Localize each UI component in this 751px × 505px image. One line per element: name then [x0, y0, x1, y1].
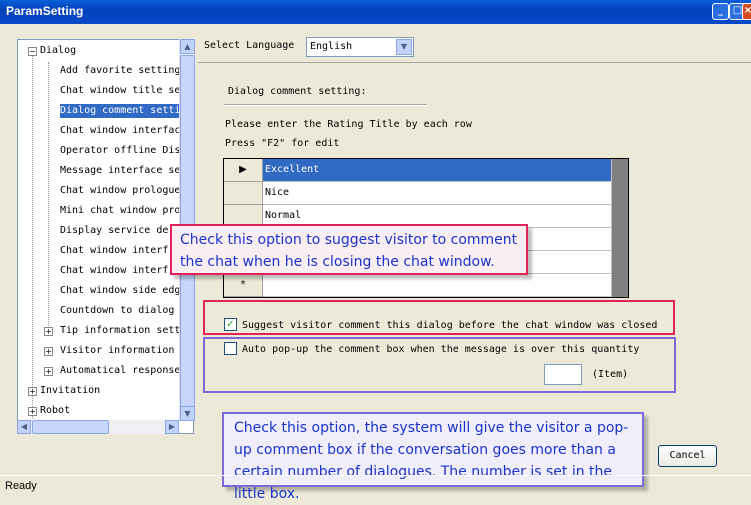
scroll-up-icon[interactable]: ▲ [180, 39, 195, 54]
expand-icon[interactable]: + [28, 387, 37, 396]
suggest-comment-checkbox[interactable]: ✓ [224, 318, 237, 331]
auto-popup-checkbox[interactable] [224, 342, 237, 355]
close-icon[interactable]: × [742, 3, 751, 20]
scroll-right-icon[interactable]: ▶ [165, 420, 179, 434]
triangle-right-icon[interactable]: ▶ [224, 159, 263, 182]
checkbox-callout: Check this option to suggest visitor to … [170, 224, 528, 275]
tree-node[interactable]: Message interface se [60, 164, 180, 178]
table-row[interactable]: ▶ Excellent [224, 159, 612, 182]
item-unit-label: (Item) [592, 369, 629, 380]
tree-node[interactable]: Automatical response [60, 364, 180, 378]
collapse-icon[interactable]: − [28, 47, 37, 56]
tree-node[interactable]: Chat window interf [60, 264, 168, 278]
scroll-left-icon[interactable]: ◀ [17, 420, 31, 434]
chevron-down-icon[interactable]: ▼ [396, 39, 412, 55]
tree-node[interactable]: Add favorite setting [60, 64, 180, 78]
auto-popup-label: Auto pop-up the comment box when the mes… [242, 344, 640, 355]
tree-node[interactable]: Operator offline Dis [60, 144, 180, 158]
rating-title-cell[interactable] [263, 274, 612, 297]
language-value: English [310, 41, 353, 52]
divider [198, 62, 751, 63]
language-label: Select Language [204, 40, 295, 51]
tree-node[interactable]: Chat window title se [60, 84, 180, 98]
settings-tree[interactable]: − Dialog Add favorite setting Chat window t… [17, 39, 194, 434]
section-label: Dialog comment setting: [228, 86, 367, 97]
divider [224, 104, 427, 106]
instruction-text: Please enter the Rating Title by each ro… [225, 119, 472, 130]
expand-icon[interactable]: + [44, 327, 53, 336]
window-title: ParamSetting [6, 4, 84, 18]
title-bar: ParamSetting _ □ × [0, 0, 751, 24]
row-header[interactable] [224, 182, 263, 205]
scroll-thumb[interactable] [32, 420, 109, 434]
expand-icon[interactable]: + [28, 407, 37, 416]
expand-icon[interactable]: + [44, 367, 53, 376]
expand-icon[interactable]: + [44, 347, 53, 356]
minimize-icon[interactable]: _ [712, 3, 729, 20]
table-row[interactable]: * [224, 274, 612, 297]
asterisk-icon[interactable]: * [224, 274, 263, 297]
tree-node[interactable]: Chat window interf [60, 244, 168, 258]
rating-title-cell[interactable]: Excellent [263, 159, 612, 182]
suggest-comment-label: Suggest visitor comment this dialog befo… [242, 320, 658, 331]
table-row[interactable]: Nice [224, 182, 612, 205]
tree-horizontal-scrollbar[interactable]: ◀ ▶ [17, 420, 179, 434]
tree-node[interactable]: Robot [40, 404, 70, 418]
quantity-input[interactable] [544, 364, 582, 385]
rating-title-cell[interactable]: Nice [263, 182, 612, 205]
tree-node[interactable]: Display service de [60, 224, 168, 238]
tree-node[interactable]: Dialog comment setti [60, 104, 181, 118]
tree-node[interactable]: Mini chat window pro [60, 204, 180, 218]
tree-node[interactable]: Countdown to dialog [60, 304, 174, 318]
tree-node[interactable]: Invitation [40, 384, 100, 398]
tree-node[interactable]: Chat window prologue [60, 184, 180, 198]
scroll-down-icon[interactable]: ▼ [180, 406, 195, 421]
cancel-button[interactable]: Cancel [658, 445, 717, 467]
tree-node[interactable]: Dialog [40, 44, 76, 58]
tree-node[interactable]: Visitor information [60, 344, 174, 358]
tree-line [32, 52, 33, 427]
language-select[interactable]: English ▼ [306, 37, 414, 57]
tree-line [48, 62, 49, 334]
tree-node[interactable]: Chat window side edg [60, 284, 180, 298]
instruction-text: Press "F2" for edit [225, 138, 340, 149]
status-text: Ready [5, 480, 37, 492]
status-bar: Ready [0, 475, 751, 497]
tree-node[interactable]: Chat window interfac [60, 124, 180, 138]
tree-node[interactable]: Tip information sett [60, 324, 180, 338]
